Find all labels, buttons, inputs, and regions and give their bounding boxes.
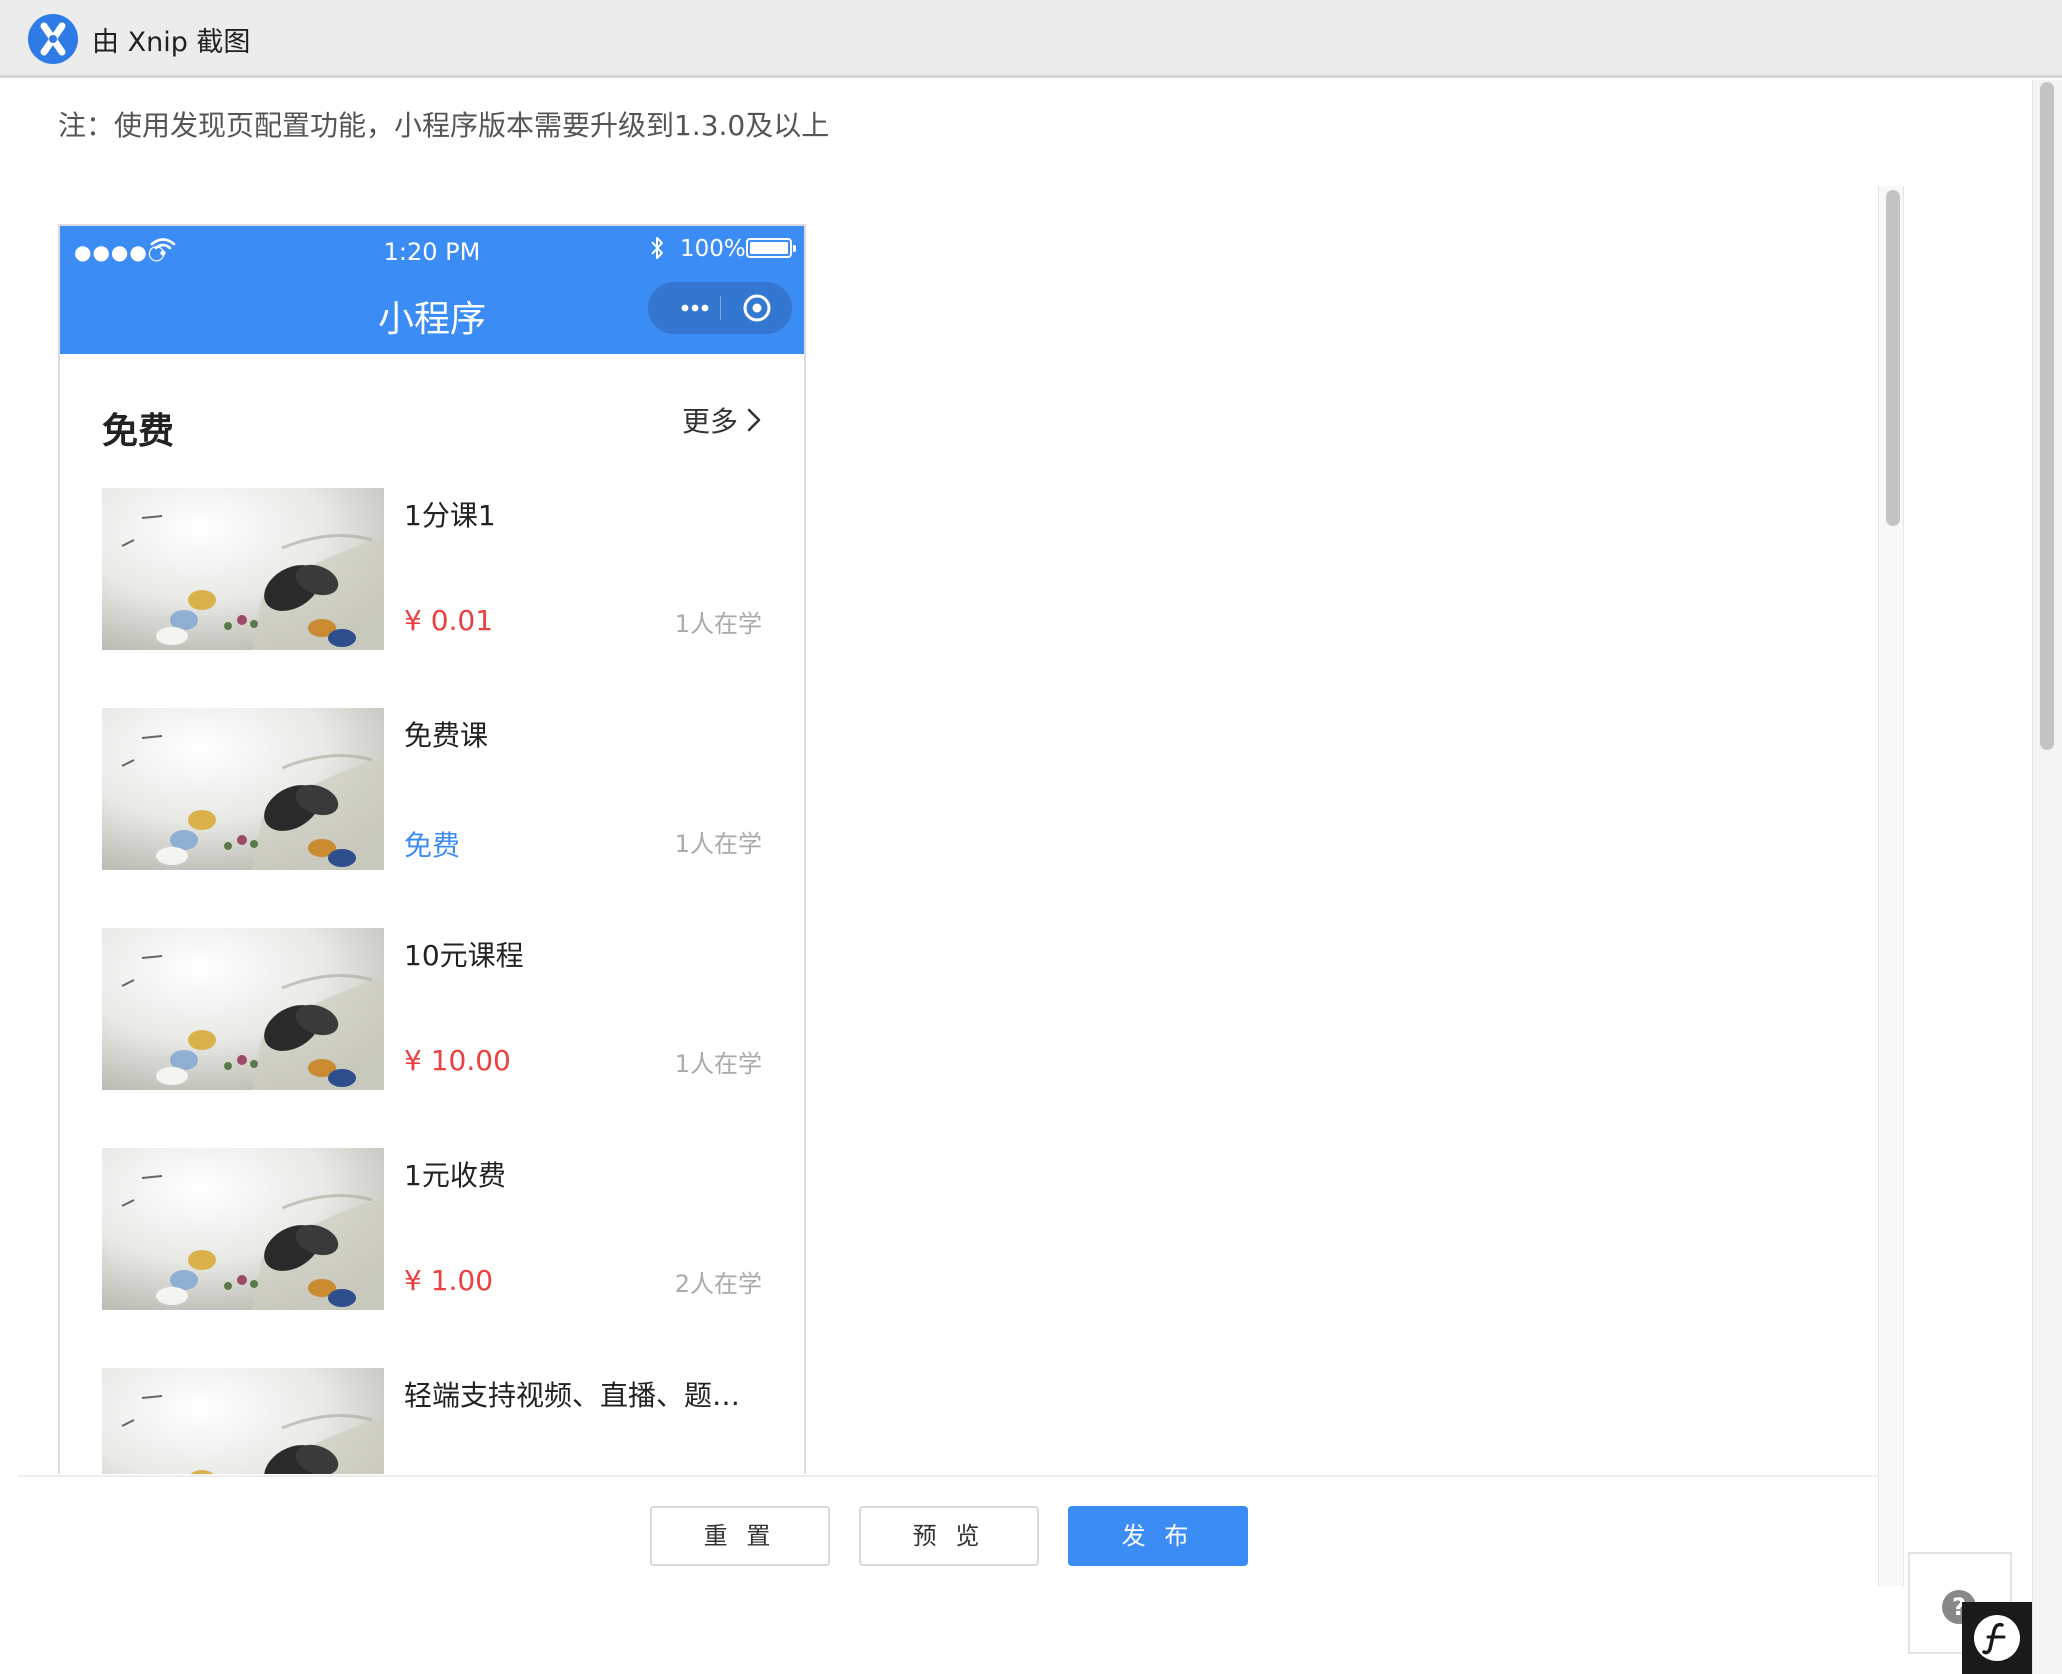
reset-button[interactable]: 重 置: [650, 1506, 830, 1566]
course-thumbnail: [102, 1148, 384, 1310]
close-target-icon[interactable]: [732, 282, 782, 334]
course-price: 免费: [404, 829, 461, 862]
course-learners: 1人在学: [674, 1050, 762, 1078]
course-thumbnail: [102, 1368, 384, 1474]
version-notice: 注：使用发现页配置功能，小程序版本需要升级到1.3.0及以上: [58, 109, 830, 142]
page-scrollbar-thumb[interactable]: [2040, 82, 2054, 750]
symfony-logo-icon: [1974, 1615, 2020, 1661]
more-link-label: 更多: [681, 405, 738, 438]
course-title: 轻端支持视频、直播、题…: [404, 1379, 741, 1412]
publish-button[interactable]: 发 布: [1068, 1506, 1248, 1566]
course-price: ¥ 0.01: [404, 604, 494, 637]
chevron-right-icon: [747, 408, 761, 432]
course-price: ¥ 1.00: [404, 1264, 494, 1297]
section-header: 免费 更多: [60, 354, 804, 484]
more-dots-icon[interactable]: [670, 282, 720, 334]
course-thumbnail: [102, 488, 384, 650]
course-item[interactable]: 1分课1 ¥ 0.01 1人在学: [102, 488, 762, 650]
course-price: ¥ 10.00: [404, 1044, 511, 1077]
course-item[interactable]: 10元课程 ¥ 10.00 1人在学: [102, 928, 762, 1090]
miniapp-capsule[interactable]: [648, 282, 792, 334]
course-item[interactable]: 1元收费 ¥ 1.00 2人在学: [102, 1148, 762, 1310]
window-titlebar: 由 Xnip 截图: [0, 0, 2062, 78]
inner-scrollbar-thumb[interactable]: [1886, 190, 1900, 526]
phone-preview: ●●●●○ 1:20 PM 100% 小程序 免费 更多 1分课1 ¥ 0.01…: [58, 224, 806, 1474]
footer-divider: [18, 1475, 1880, 1477]
miniapp-header: ●●●●○ 1:20 PM 100% 小程序: [60, 226, 804, 354]
section-title: 免费: [102, 411, 175, 452]
course-thumbnail: [102, 928, 384, 1090]
course-title: 免费课: [404, 719, 489, 752]
course-item[interactable]: 轻端支持视频、直播、题…: [102, 1368, 762, 1474]
course-title: 1分课1: [404, 499, 496, 532]
xnip-logo-icon: [28, 14, 78, 64]
course-title: 10元课程: [404, 939, 524, 972]
battery-percent: 100%: [680, 236, 746, 262]
battery-icon: [746, 238, 796, 258]
course-thumbnail: [102, 708, 384, 870]
bluetooth-icon: [651, 237, 663, 259]
window-title: 由 Xnip 截图: [92, 27, 251, 58]
course-item[interactable]: 免费课 免费 1人在学: [102, 708, 762, 870]
capsule-divider: [720, 296, 721, 320]
more-link[interactable]: 更多: [682, 400, 762, 440]
symfony-toolbar-badge[interactable]: [1962, 1602, 2032, 1674]
course-learners: 2人在学: [674, 1270, 762, 1298]
course-title: 1元收费: [404, 1159, 506, 1192]
course-learners: 1人在学: [674, 610, 762, 638]
course-learners: 1人在学: [674, 830, 762, 858]
preview-button[interactable]: 预 览: [859, 1506, 1039, 1566]
